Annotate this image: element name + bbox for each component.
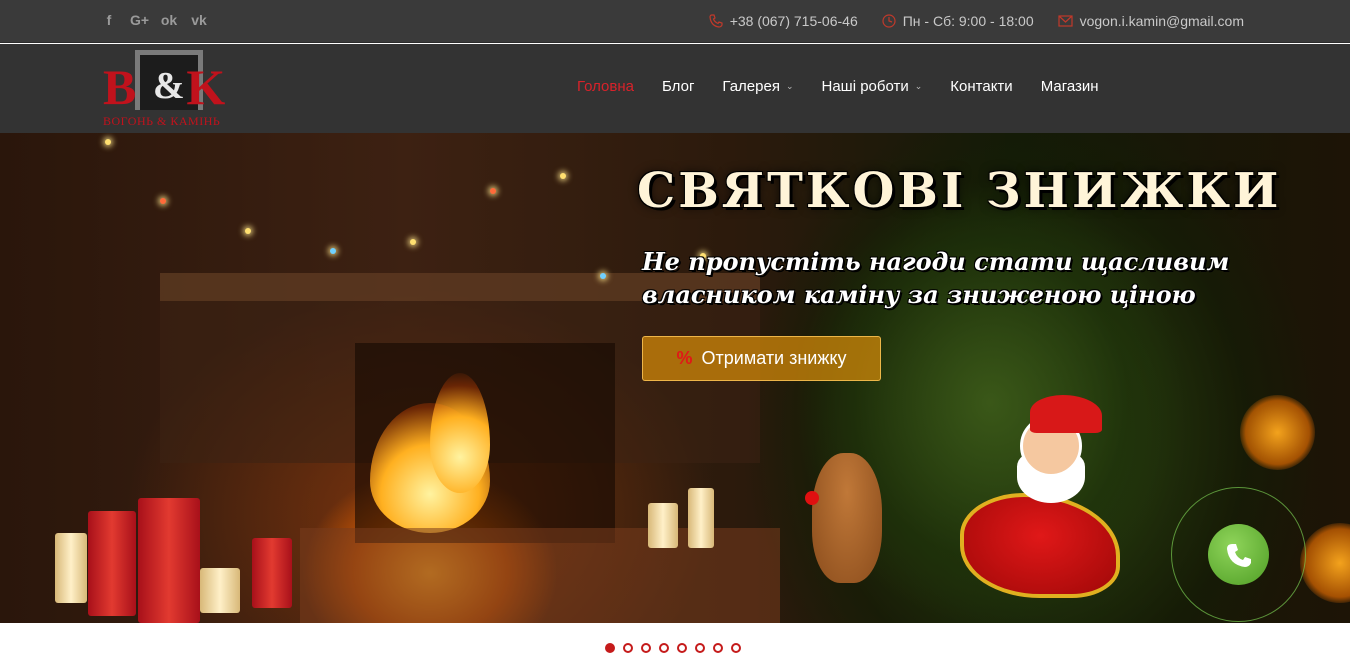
site-logo[interactable]: BK & ВОГОНЬ & КАМІНЬ	[103, 50, 245, 128]
menu-item-label: Контакти	[950, 78, 1013, 95]
candle-image	[138, 498, 200, 623]
clock-icon	[882, 14, 896, 28]
hero-subline: Не пропустіть нагоди стати щасливим влас…	[642, 247, 1230, 309]
social-links: f G+ ok vk	[100, 12, 208, 28]
menu-item-label: Блог	[662, 78, 695, 95]
facebook-icon[interactable]: f	[100, 12, 118, 28]
logo-ampersand: &	[153, 65, 185, 107]
phone-icon	[1226, 543, 1251, 567]
garland-light	[330, 248, 336, 254]
menu-item-label: Магазин	[1040, 78, 1099, 95]
menu-item-blog[interactable]: Блог	[662, 78, 694, 95]
get-discount-label: Отримати знижку	[701, 348, 847, 368]
slider-pagination	[605, 643, 741, 653]
callback-phone-button[interactable]	[1208, 524, 1269, 585]
phone-icon	[709, 14, 723, 28]
garland-light	[245, 228, 251, 234]
hero-headline: СВЯТКОВІ ЗНИЖКИ	[637, 163, 1282, 219]
garland-light	[560, 173, 566, 179]
garland-light	[410, 239, 416, 245]
menu-item-gallery[interactable]: Галерея ⌄	[722, 78, 793, 95]
candle-image	[55, 533, 87, 603]
slider-dot[interactable]	[605, 643, 615, 653]
garland-light	[490, 188, 496, 194]
bokeh-light	[1240, 395, 1315, 470]
main-navbar: BK & ВОГОНЬ & КАМІНЬ Головна Блог Галере…	[0, 44, 1350, 133]
menu-item-shop[interactable]: Магазин	[1041, 78, 1099, 95]
menu-item-our-works[interactable]: Наші роботи ⌄	[822, 78, 923, 95]
chevron-down-icon: ⌄	[785, 81, 794, 91]
get-discount-button[interactable]: % Отримати знижку	[642, 336, 881, 381]
email-address: vogon.i.kamin@gmail.com	[1079, 13, 1244, 29]
reindeer-nose	[805, 491, 819, 505]
candle-image	[200, 568, 240, 613]
odnoklassniki-icon[interactable]: ok	[160, 12, 178, 28]
candle-image	[88, 511, 136, 616]
menu-item-contacts[interactable]: Контакти	[950, 78, 1012, 95]
chevron-down-icon: ⌄	[914, 81, 923, 91]
slider-dot[interactable]	[677, 643, 687, 653]
menu-item-home[interactable]: Головна	[577, 78, 634, 95]
garland-light	[105, 139, 111, 145]
phone-number: +38 (067) 715-06-46	[729, 13, 858, 29]
reindeer-image	[812, 453, 882, 583]
slider-dot[interactable]	[641, 643, 651, 653]
slider-dot[interactable]	[695, 643, 705, 653]
bokeh-light	[1300, 523, 1350, 603]
candle-image	[688, 488, 714, 548]
slider-dot[interactable]	[659, 643, 669, 653]
menu-item-label: Головна	[577, 78, 634, 95]
google-plus-icon[interactable]: G+	[130, 12, 149, 28]
menu-item-label: Галерея	[722, 78, 780, 95]
logo-letter-b: B	[103, 59, 136, 115]
main-menu: Головна Блог Галерея ⌄ Наші роботи ⌄ Конта…	[577, 78, 1099, 95]
top-bar: f G+ ok vk +38 (067) 715-06-46 Пн - Сб: …	[0, 0, 1350, 43]
garland-light	[600, 273, 606, 279]
candle-image	[648, 503, 678, 548]
vk-icon[interactable]: vk	[190, 12, 208, 28]
garland-light	[160, 198, 166, 204]
phone-contact[interactable]: +38 (067) 715-06-46	[709, 13, 858, 29]
contact-info: +38 (067) 715-06-46 Пн - Сб: 9:00 - 18:0…	[709, 13, 1244, 29]
hero-slider: СВЯТКОВІ ЗНИЖКИ Не пропустіть нагоди ста…	[0, 133, 1350, 623]
percent-icon: %	[676, 348, 693, 368]
working-hours: Пн - Сб: 9:00 - 18:00	[902, 13, 1034, 29]
envelope-icon	[1058, 15, 1073, 27]
slider-dot[interactable]	[731, 643, 741, 653]
slider-dot[interactable]	[623, 643, 633, 653]
email-contact[interactable]: vogon.i.kamin@gmail.com	[1058, 13, 1244, 29]
slider-dot[interactable]	[713, 643, 723, 653]
santa-hat	[1030, 395, 1102, 433]
menu-item-label: Наші роботи	[821, 78, 909, 95]
logo-letter-k: K	[186, 59, 225, 115]
logo-subtitle: ВОГОНЬ & КАМІНЬ	[103, 114, 221, 128]
candle-image	[252, 538, 292, 608]
hours-contact: Пн - Сб: 9:00 - 18:00	[882, 13, 1034, 29]
